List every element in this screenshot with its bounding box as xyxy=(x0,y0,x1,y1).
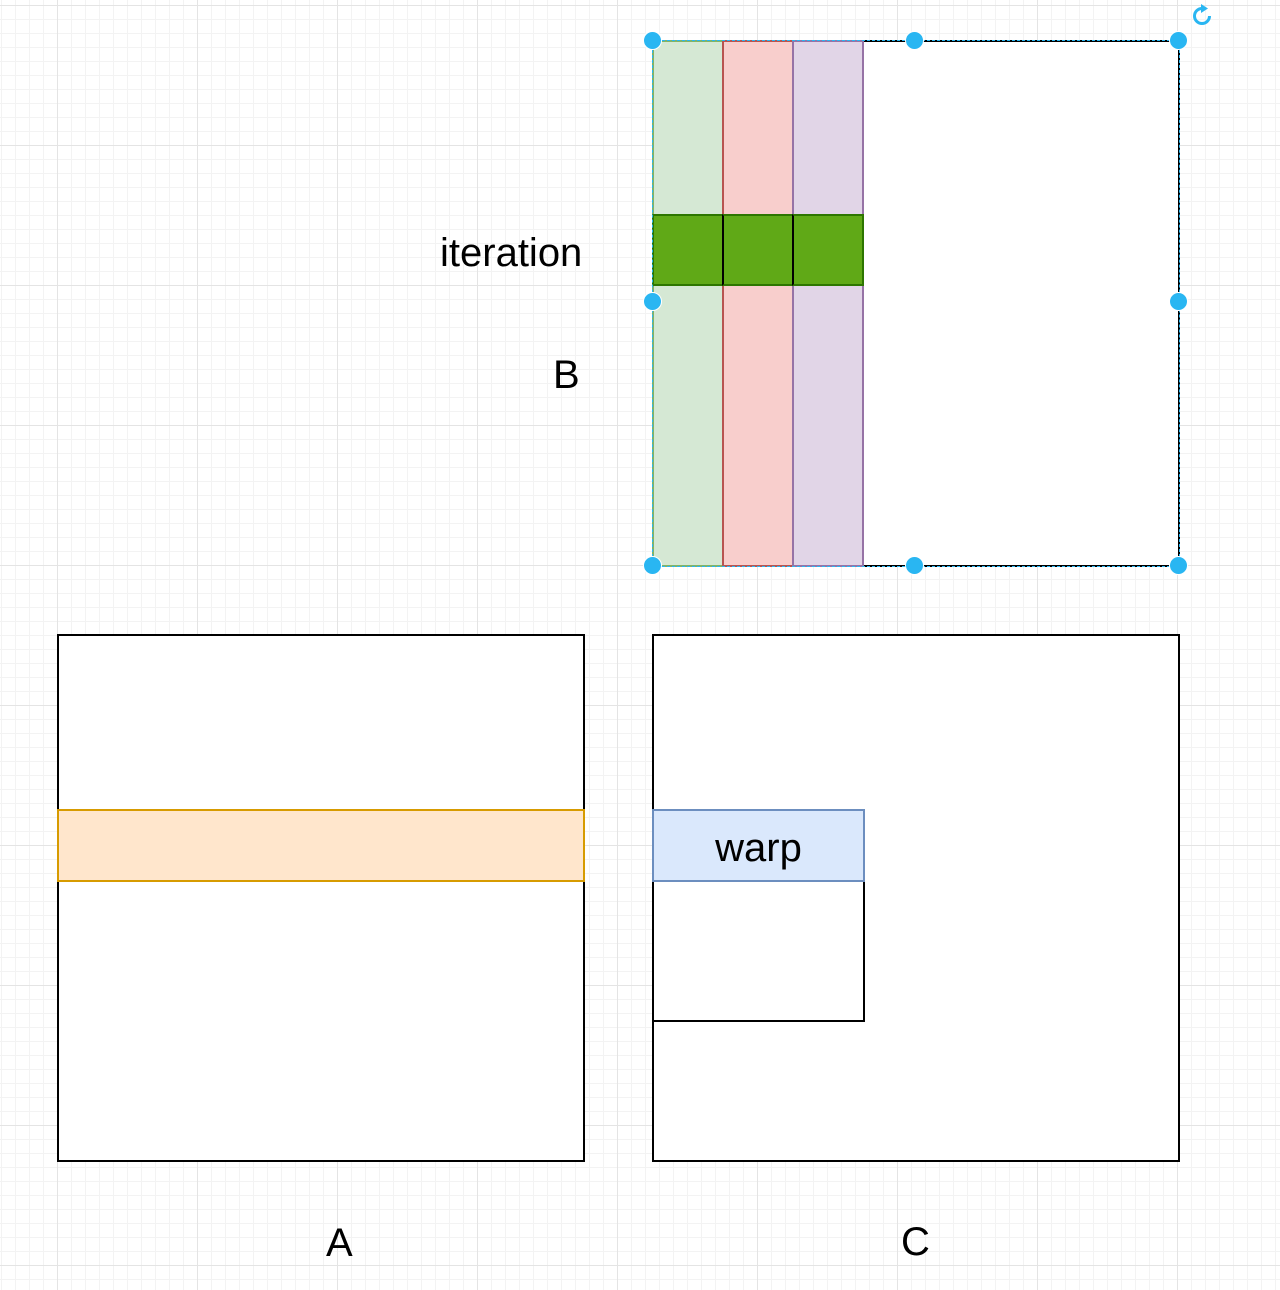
matrix-c-label: C xyxy=(901,1220,930,1264)
matrix-a-label: A xyxy=(326,1221,353,1265)
selection-outline xyxy=(652,40,1180,567)
rotate-icon[interactable] xyxy=(1189,3,1215,29)
resize-handle-bottom-right-icon[interactable] xyxy=(1169,556,1188,575)
matrix-b-label: B xyxy=(553,353,580,397)
resize-handle-top-right-icon[interactable] xyxy=(1169,31,1188,50)
matrix-a[interactable] xyxy=(57,634,585,1162)
warp-label: warp xyxy=(715,826,802,870)
resize-handle-top-left-icon[interactable] xyxy=(643,31,662,50)
iteration-label: iteration xyxy=(440,231,583,275)
resize-handle-left-icon[interactable] xyxy=(643,292,662,311)
resize-handle-right-icon[interactable] xyxy=(1169,292,1188,311)
resize-handle-top-icon[interactable] xyxy=(905,31,924,50)
a-row-tile[interactable] xyxy=(57,809,585,882)
resize-handle-bottom-icon[interactable] xyxy=(905,556,924,575)
resize-handle-bottom-left-icon[interactable] xyxy=(643,556,662,575)
